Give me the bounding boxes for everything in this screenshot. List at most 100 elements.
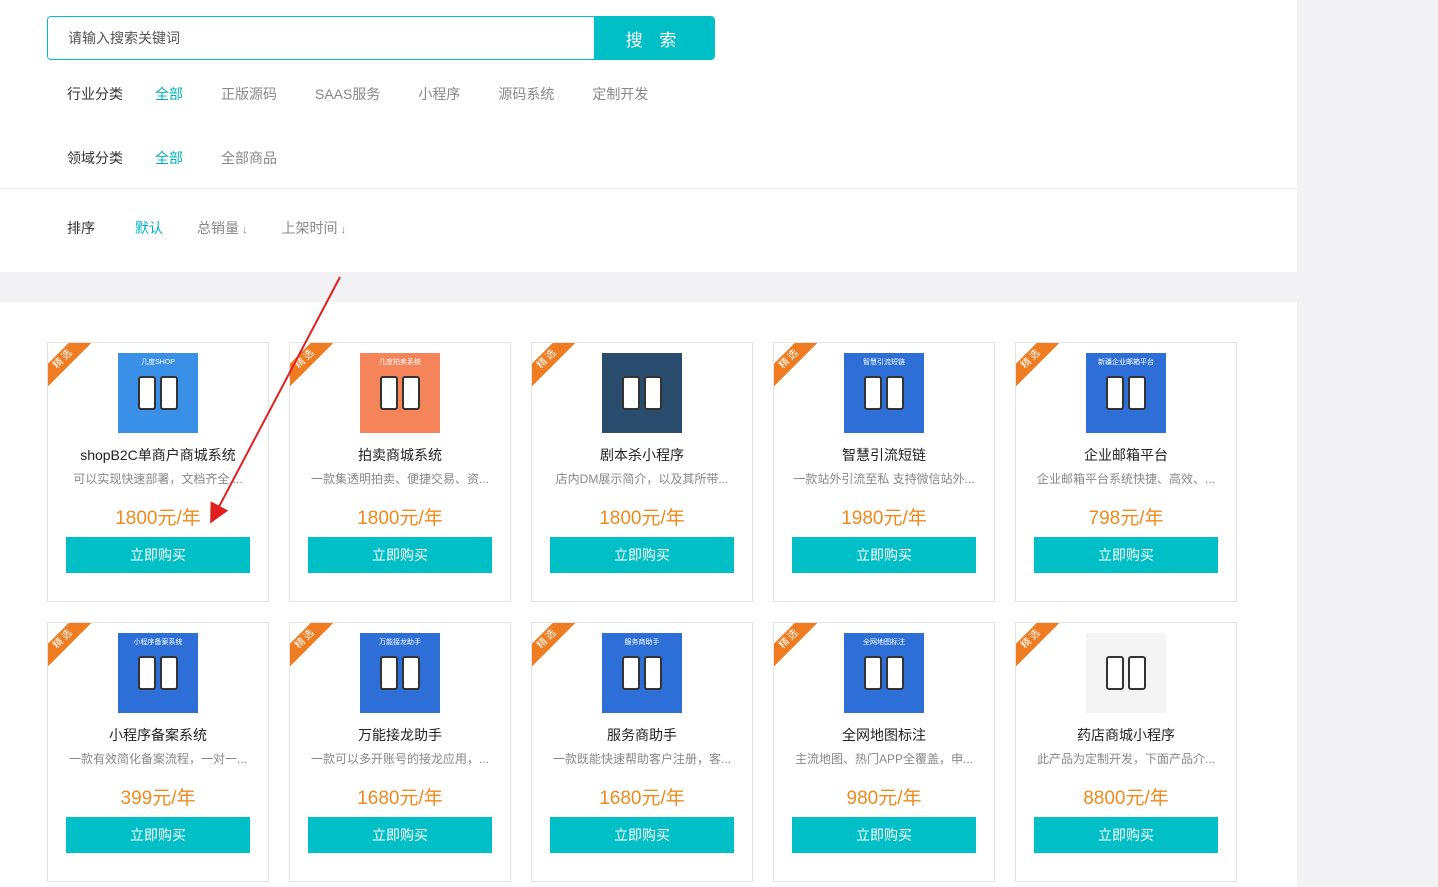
domain-filter-label: 领域分类	[67, 150, 123, 166]
buy-now-button[interactable]: 立即购买	[550, 817, 734, 853]
product-thumbnail[interactable]	[1086, 633, 1166, 713]
phone-mockup-icon	[886, 376, 904, 410]
phone-mockup-icon	[160, 376, 178, 410]
buy-now-button[interactable]: 立即购买	[792, 817, 976, 853]
product-name[interactable]: 小程序备案系统	[48, 725, 268, 745]
product-thumbnail[interactable]: 几度SHOP	[118, 353, 198, 433]
phone-mockup-icon	[864, 376, 882, 410]
phone-mockup-icon	[402, 376, 420, 410]
product-name[interactable]: 全网地图标注	[774, 725, 994, 745]
product-thumbnail[interactable]: 几度拍卖系统	[360, 353, 440, 433]
product-description: 主流地图、热门APP全覆盖，申...	[794, 752, 973, 766]
product-thumbnail-caption: 智慧引流短链	[863, 359, 905, 366]
product-price: 1800元/年	[599, 508, 685, 529]
product-card[interactable]: 精选 服务商助手 服务商助手 一款既能快速帮助客户注册，客... 1680元/年…	[531, 622, 753, 882]
buy-now-button[interactable]: 立即购买	[1034, 537, 1218, 573]
product-price: 1980元/年	[841, 508, 927, 529]
product-card[interactable]: 精选 药店商城小程序 此产品为定制开发，下面产品介... 8800元/年 立即购…	[1015, 622, 1237, 882]
phone-mockup-icon	[1128, 656, 1146, 690]
product-price: 980元/年	[846, 788, 922, 809]
phone-mockup-icon	[138, 656, 156, 690]
product-name[interactable]: 万能接龙助手	[290, 725, 510, 745]
product-description: 此产品为定制开发，下面产品介...	[1036, 752, 1215, 766]
product-thumbnail-caption: 新疆企业邮箱平台	[1098, 359, 1154, 366]
product-thumbnail[interactable]	[602, 353, 682, 433]
product-card[interactable]: 精选 几度SHOP shopB2C单商户商城系统 可以实现快速部署，文档齐全,.…	[47, 342, 269, 602]
product-name[interactable]: 企业邮箱平台	[1016, 445, 1236, 465]
buy-now-button[interactable]: 立即购买	[308, 537, 492, 573]
product-name[interactable]: 智慧引流短链	[774, 445, 994, 465]
phone-mockup-icon	[138, 376, 156, 410]
industry-option-licensed-source[interactable]: 正版源码	[221, 84, 277, 104]
sort-option-sales[interactable]: 总销量 ↓	[197, 218, 248, 238]
product-thumbnail[interactable]: 新疆企业邮箱平台	[1086, 353, 1166, 433]
product-card[interactable]: 精选 剧本杀小程序 店内DM展示简介，以及其所带... 1800元/年 立即购买	[531, 342, 753, 602]
product-card[interactable]: 精选 万能接龙助手 万能接龙助手 一款可以多开账号的接龙应用，... 1680元…	[289, 622, 511, 882]
product-name[interactable]: shopB2C单商户商城系统	[48, 445, 268, 465]
product-thumbnail-caption: 全网地图标注	[863, 639, 905, 646]
product-card[interactable]: 精选 小程序备案系统 小程序备案系统 一款有效简化备案流程，一对一... 399…	[47, 622, 269, 882]
product-description: 一款集透明拍卖、便捷交易、资...	[310, 472, 489, 486]
industry-option-source-system[interactable]: 源码系统	[498, 84, 554, 104]
product-price: 1800元/年	[357, 508, 443, 529]
product-name[interactable]: 剧本杀小程序	[532, 445, 752, 465]
domain-option-all-products[interactable]: 全部商品	[221, 148, 277, 168]
search-input[interactable]	[48, 17, 594, 59]
featured-badge: 精选	[48, 343, 98, 393]
product-price: 399元/年	[120, 788, 196, 809]
industry-option-saas[interactable]: SAAS服务	[315, 84, 380, 104]
featured-badge: 精选	[48, 623, 98, 673]
phone-mockup-icon	[1106, 656, 1124, 690]
search-button[interactable]: 搜 索	[594, 17, 714, 59]
industry-option-mini-program[interactable]: 小程序	[418, 84, 460, 104]
product-thumbnail[interactable]: 万能接龙助手	[360, 633, 440, 713]
featured-badge: 精选	[1016, 343, 1066, 393]
product-description: 店内DM展示简介，以及其所带...	[555, 472, 729, 486]
product-thumbnail-caption: 小程序备案系统	[133, 639, 183, 646]
domain-filter: 领域分类 全部 全部商品	[67, 148, 315, 168]
product-price: 798元/年	[1088, 508, 1164, 529]
featured-badge: 精选	[1016, 623, 1066, 673]
phone-mockup-icon	[622, 376, 640, 410]
product-thumbnail[interactable]: 全网地图标注	[844, 633, 924, 713]
product-card[interactable]: 精选 新疆企业邮箱平台 企业邮箱平台 企业邮箱平台系统快捷、高效、... 798…	[1015, 342, 1237, 602]
product-thumbnail[interactable]: 智慧引流短链	[844, 353, 924, 433]
product-card[interactable]: 精选 全网地图标注 全网地图标注 主流地图、热门APP全覆盖，申... 980元…	[773, 622, 995, 882]
product-thumbnail-caption: 几度SHOP	[141, 359, 175, 366]
phone-mockup-icon	[644, 376, 662, 410]
featured-badge: 精选	[532, 343, 582, 393]
domain-option-all[interactable]: 全部	[155, 148, 183, 168]
product-description: 可以实现快速部署，文档齐全,...	[73, 472, 243, 486]
sort-option-default[interactable]: 默认	[135, 218, 163, 238]
industry-filter: 行业分类 全部 正版源码 SAAS服务 小程序 源码系统 定制开发	[67, 84, 686, 104]
product-name[interactable]: 药店商城小程序	[1016, 725, 1236, 745]
phone-mockup-icon	[380, 656, 398, 690]
product-description: 一款有效简化备案流程，一对一...	[68, 752, 247, 766]
industry-option-custom-dev[interactable]: 定制开发	[592, 84, 648, 104]
product-price: 1680元/年	[599, 788, 685, 809]
phone-mockup-icon	[380, 376, 398, 410]
buy-now-button[interactable]: 立即购买	[792, 537, 976, 573]
product-price: 1680元/年	[357, 788, 443, 809]
phone-mockup-icon	[886, 656, 904, 690]
product-thumbnail[interactable]: 服务商助手	[602, 633, 682, 713]
buy-now-button[interactable]: 立即购买	[66, 537, 250, 573]
product-thumbnail-caption: 几度拍卖系统	[379, 359, 421, 366]
featured-badge: 精选	[774, 623, 824, 673]
buy-now-button[interactable]: 立即购买	[66, 817, 250, 853]
product-card[interactable]: 精选 智慧引流短链 智慧引流短链 一款站外引流至私 支持微信站外... 1980…	[773, 342, 995, 602]
featured-badge: 精选	[532, 623, 582, 673]
industry-option-all[interactable]: 全部	[155, 84, 183, 104]
product-name[interactable]: 拍卖商城系统	[290, 445, 510, 465]
phone-mockup-icon	[1128, 376, 1146, 410]
product-thumbnail[interactable]: 小程序备案系统	[118, 633, 198, 713]
product-name[interactable]: 服务商助手	[532, 725, 752, 745]
phone-mockup-icon	[160, 656, 178, 690]
buy-now-button[interactable]: 立即购买	[1034, 817, 1218, 853]
buy-now-button[interactable]: 立即购买	[308, 817, 492, 853]
sort-option-listing-time[interactable]: 上架时间 ↓	[282, 218, 347, 238]
buy-now-button[interactable]: 立即购买	[550, 537, 734, 573]
sort-label: 排序	[67, 220, 95, 236]
product-description: 一款站外引流至私 支持微信站外...	[793, 472, 975, 486]
product-card[interactable]: 精选 几度拍卖系统 拍卖商城系统 一款集透明拍卖、便捷交易、资... 1800元…	[289, 342, 511, 602]
